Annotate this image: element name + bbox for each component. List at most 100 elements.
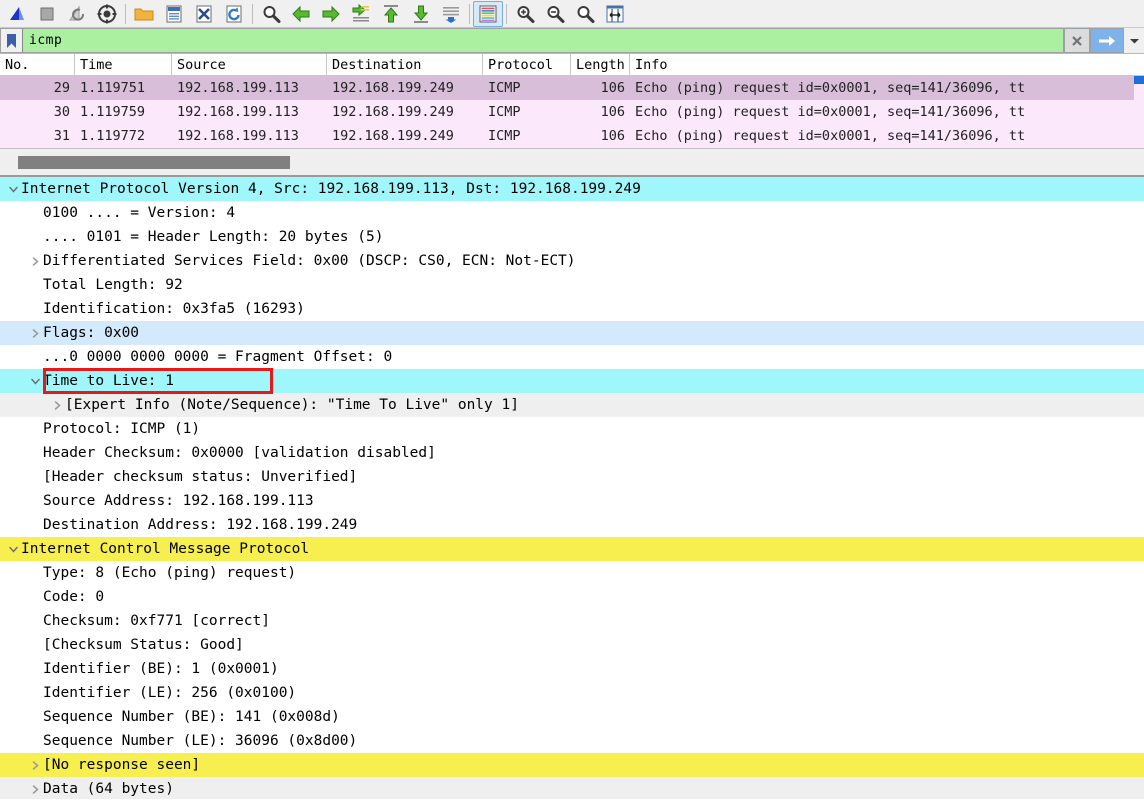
table-row[interactable]: 30 1.119759 192.168.199.113 192.168.199.249… <box>0 100 1144 124</box>
chevron-right-icon[interactable] <box>28 321 42 345</box>
capture-options-icon[interactable] <box>92 1 122 27</box>
find-packet-icon[interactable] <box>256 1 286 27</box>
zoom-reset-icon[interactable] <box>570 1 600 27</box>
detail-tree-item[interactable]: [Checksum Status: Good] <box>0 633 1144 657</box>
packet-list-vertical-scrollbar[interactable] <box>1134 76 1144 148</box>
detail-tree-item[interactable]: Source Address: 192.168.199.113 <box>0 489 1144 513</box>
scrollbar-thumb[interactable] <box>1134 76 1144 84</box>
detail-tree-item[interactable]: Time to Live: 1 <box>0 369 1144 393</box>
start-capture-icon[interactable] <box>2 1 32 27</box>
colorize-packet-list-icon[interactable] <box>473 0 503 27</box>
bookmark-icon[interactable] <box>0 28 22 53</box>
detail-tree-label: Sequence Number (BE): 141 (0x008d) <box>43 709 340 725</box>
filter-history-dropdown-icon[interactable] <box>1124 28 1144 53</box>
toolbar-separator-2 <box>252 3 253 24</box>
packet-list-body[interactable]: 29 1.119751 192.168.199.113 192.168.199.249… <box>0 76 1144 148</box>
detail-tree-item[interactable]: [Expert Info (Note/Sequence): "Time To L… <box>0 393 1144 417</box>
detail-tree-item[interactable]: Checksum: 0xf771 [correct] <box>0 609 1144 633</box>
detail-tree-item[interactable]: Sequence Number (LE): 36096 (0x8d00) <box>0 729 1144 753</box>
detail-tree-label: Destination Address: 192.168.199.249 <box>43 517 358 533</box>
close-file-icon[interactable] <box>189 1 219 27</box>
column-header-protocol[interactable]: Protocol <box>483 54 571 75</box>
cell-info: Echo (ping) request id=0x0001, seq=141/3… <box>635 128 1026 144</box>
chevron-down-icon[interactable] <box>6 537 20 561</box>
cell-source: 192.168.199.113 <box>177 128 299 144</box>
restart-capture-icon[interactable] <box>62 1 92 27</box>
detail-tree-item[interactable]: Type: 8 (Echo (ping) request) <box>0 561 1144 585</box>
column-header-time[interactable]: Time <box>75 54 172 75</box>
detail-tree-item[interactable]: Header Checksum: 0x0000 [validation disa… <box>0 441 1144 465</box>
go-back-icon[interactable] <box>286 1 316 27</box>
detail-tree-item[interactable]: Identifier (BE): 1 (0x0001) <box>0 657 1144 681</box>
detail-tree-item[interactable]: Protocol: ICMP (1) <box>0 417 1144 441</box>
detail-tree-item[interactable]: Flags: 0x00 <box>0 321 1144 345</box>
cell-no: 30 <box>53 104 70 120</box>
detail-tree-item[interactable]: Identifier (LE): 256 (0x0100) <box>0 681 1144 705</box>
detail-tree-item[interactable]: 0100 .... = Version: 4 <box>0 201 1144 225</box>
detail-tree-item[interactable]: Destination Address: 192.168.199.249 <box>0 513 1144 537</box>
detail-tree-item[interactable]: Data (64 bytes) <box>0 777 1144 799</box>
detail-tree-item[interactable]: ...0 0000 0000 0000 = Fragment Offset: 0 <box>0 345 1144 369</box>
chevron-right-icon[interactable] <box>28 777 42 799</box>
column-header-length[interactable]: Length <box>571 54 630 75</box>
column-header-source[interactable]: Source <box>172 54 327 75</box>
apply-filter-icon[interactable] <box>1090 28 1124 53</box>
cell-length: 106 <box>600 104 625 120</box>
detail-tree-item[interactable]: Internet Control Message Protocol <box>0 537 1144 561</box>
packet-list-pane[interactable]: No. Time Source Destination Protocol Len… <box>0 54 1144 149</box>
detail-tree-item[interactable]: .... 0101 = Header Length: 20 bytes (5) <box>0 225 1144 249</box>
cell-protocol: ICMP <box>488 104 521 120</box>
detail-tree-label: Differentiated Services Field: 0x00 (DSC… <box>43 253 576 269</box>
detail-tree-label: .... 0101 = Header Length: 20 bytes (5) <box>43 229 384 245</box>
packet-list-horizontal-scrollbar[interactable] <box>0 149 1144 177</box>
detail-tree-label: Type: 8 (Echo (ping) request) <box>43 565 297 581</box>
resize-columns-icon[interactable] <box>600 1 630 27</box>
display-filter-input[interactable]: icmp <box>22 28 1064 53</box>
detail-tree-label: Identification: 0x3fa5 (16293) <box>43 301 305 317</box>
chevron-right-icon[interactable] <box>28 753 42 777</box>
chevron-down-icon[interactable] <box>6 177 20 201</box>
detail-tree-item[interactable]: Internet Protocol Version 4, Src: 192.16… <box>0 177 1144 201</box>
column-header-destination[interactable]: Destination <box>327 54 483 75</box>
chevron-right-icon[interactable] <box>50 393 64 417</box>
go-to-packet-icon[interactable] <box>346 1 376 27</box>
detail-tree-item[interactable]: Code: 0 <box>0 585 1144 609</box>
zoom-out-icon[interactable] <box>540 1 570 27</box>
go-to-first-packet-icon[interactable] <box>376 1 406 27</box>
detail-tree-item[interactable]: Differentiated Services Field: 0x00 (DSC… <box>0 249 1144 273</box>
detail-tree-label: Source Address: 192.168.199.113 <box>43 493 314 509</box>
go-to-last-packet-icon[interactable] <box>406 1 436 27</box>
scrollbar-thumb-horizontal[interactable] <box>18 156 290 169</box>
chevron-right-icon[interactable] <box>28 249 42 273</box>
column-header-no[interactable]: No. <box>0 54 75 75</box>
packet-details-tree[interactable]: Internet Protocol Version 4, Src: 192.16… <box>0 177 1144 799</box>
detail-tree-item[interactable]: [No response seen] <box>0 753 1144 777</box>
cell-time: 1.119751 <box>80 80 146 96</box>
go-forward-icon[interactable] <box>316 1 346 27</box>
detail-tree-item[interactable]: Identification: 0x3fa5 (16293) <box>0 297 1144 321</box>
save-file-icon[interactable] <box>159 1 189 27</box>
stop-capture-icon[interactable] <box>32 1 62 27</box>
cell-length: 106 <box>600 80 625 96</box>
clear-filter-icon[interactable] <box>1064 28 1090 53</box>
reload-file-icon[interactable] <box>219 1 249 27</box>
open-file-icon[interactable] <box>129 1 159 27</box>
table-row[interactable]: 31 1.119772 192.168.199.113 192.168.199.249… <box>0 124 1144 148</box>
detail-tree-item[interactable]: Total Length: 92 <box>0 273 1144 297</box>
detail-tree-item[interactable]: Sequence Number (BE): 141 (0x008d) <box>0 705 1144 729</box>
table-row[interactable]: 29 1.119751 192.168.199.113 192.168.199.249… <box>0 76 1144 100</box>
detail-tree-item[interactable]: [Header checksum status: Unverified] <box>0 465 1144 489</box>
chevron-down-icon[interactable] <box>28 369 42 393</box>
auto-scroll-icon[interactable] <box>436 1 466 27</box>
zoom-in-icon[interactable] <box>510 1 540 27</box>
cell-protocol: ICMP <box>488 80 521 96</box>
packet-details-pane[interactable]: Internet Protocol Version 4, Src: 192.16… <box>0 177 1144 799</box>
column-header-info[interactable]: Info <box>630 54 1144 75</box>
